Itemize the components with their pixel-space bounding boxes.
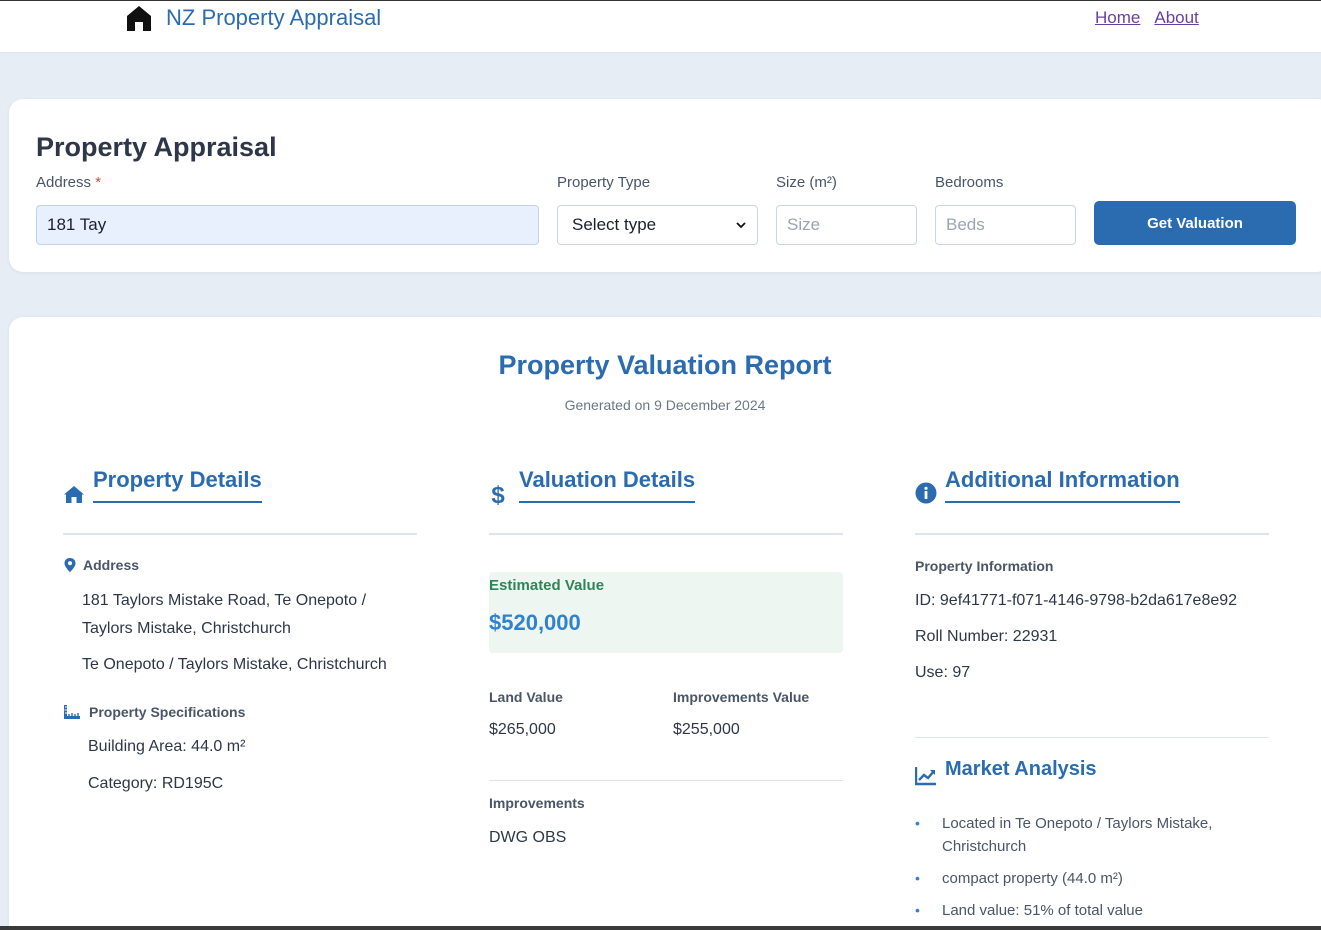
- window-bottom-border: [0, 926, 1321, 930]
- list-item: Located in Te Onepoto / Taylors Mistake,…: [915, 812, 1269, 858]
- suburb-address: Te Onepoto / Taylors Mistake, Christchur…: [82, 656, 387, 673]
- property-information-label: Property Information: [915, 558, 1054, 574]
- market-analysis-list: Located in Te Onepoto / Taylors Mistake,…: [915, 812, 1269, 930]
- size-input[interactable]: [776, 205, 917, 245]
- brand-name: NZ Property Appraisal: [166, 5, 382, 30]
- property-details-header: Property Details: [63, 467, 417, 535]
- list-item: Land value: 51% of total value: [915, 899, 1269, 922]
- dollar-icon: $: [491, 482, 505, 508]
- property-use: Use: 97: [915, 664, 971, 681]
- valuation-details-header: $ Valuation Details: [489, 467, 843, 535]
- nav-link-about[interactable]: About: [1154, 8, 1198, 28]
- additional-info-header: Additional Information: [915, 467, 1269, 535]
- ruler-combined-icon: [64, 705, 80, 719]
- chevron-down-icon: [736, 222, 746, 229]
- specifications-subheading: Property Specifications: [89, 704, 246, 720]
- property-id: ID: 9ef41771-f071-4146-9798-b2da617e8e92: [915, 592, 1238, 609]
- top-navbar: NZ Property Appraisal Home About: [0, 1, 1321, 53]
- info-circle-icon: [915, 482, 937, 504]
- nav-links: Home About: [1095, 8, 1199, 28]
- info-divider: [915, 737, 1269, 738]
- estimated-value-label: Estimated Value: [489, 577, 605, 594]
- brand[interactable]: NZ Property Appraisal: [125, 4, 381, 32]
- chart-line-icon: [915, 767, 936, 786]
- valuation-divider: [489, 780, 843, 781]
- specifications-heading: Property Specifications: [63, 704, 245, 720]
- report-title: Property Valuation Report: [498, 350, 832, 380]
- address-subheading: Address: [83, 557, 140, 573]
- market-analysis-title: Market Analysis: [945, 758, 1097, 780]
- improvements-value-label: Improvements Value: [673, 689, 810, 705]
- bedrooms-label: Bedrooms: [935, 174, 1004, 191]
- address-input[interactable]: [36, 205, 539, 245]
- size-label: Size (m²): [776, 174, 837, 191]
- valuation-details-title: Valuation Details: [519, 467, 696, 503]
- bedrooms-input[interactable]: [935, 205, 1076, 245]
- estimated-value: $520,000: [489, 610, 581, 635]
- land-value-label: Land Value: [489, 689, 563, 705]
- land-value: $265,000: [489, 721, 556, 738]
- valuation-details-section: $ Valuation Details Estimated Value $520…: [489, 467, 843, 846]
- property-type-value: Select type: [572, 215, 657, 234]
- property-type-label: Property Type: [557, 174, 651, 191]
- building-area: Building Area: 44.0 m²: [88, 738, 246, 755]
- house-icon: [127, 6, 151, 31]
- address-label-text: Address: [36, 174, 92, 191]
- list-item: compact property (44.0 m²): [915, 867, 1269, 890]
- map-pin-icon: [64, 558, 76, 572]
- svg-text:$: $: [491, 482, 505, 508]
- improvements-description: DWG OBS: [489, 829, 567, 846]
- get-valuation-button[interactable]: Get Valuation: [1094, 201, 1296, 245]
- estimated-value-box: Estimated Value $520,000: [489, 572, 843, 653]
- full-address: 181 Taylors Mistake Road, Te Onepoto / T…: [82, 592, 367, 637]
- valuation-report-card: Property Valuation Report Generated on 9…: [9, 317, 1321, 930]
- home-icon: [64, 486, 84, 503]
- improvements-label: Improvements: [489, 795, 585, 811]
- improvements-value: $255,000: [673, 721, 740, 738]
- report-generated-date: Generated on 9 December 2024: [564, 397, 766, 413]
- property-type-select[interactable]: Select type: [557, 205, 758, 245]
- required-mark: *: [95, 174, 102, 191]
- roll-number: Roll Number: 22931: [915, 628, 1058, 645]
- additional-info-section: Additional Information Property Informat…: [915, 467, 1269, 922]
- property-details-title: Property Details: [93, 467, 262, 503]
- additional-info-title: Additional Information: [945, 467, 1180, 503]
- address-label: Address *: [36, 174, 101, 191]
- category: Category: RD195C: [88, 775, 224, 792]
- address-heading: Address: [63, 557, 139, 573]
- form-title: Property Appraisal: [36, 132, 277, 162]
- nav-link-home[interactable]: Home: [1095, 8, 1140, 28]
- property-details-section: Property Details Address 181 Taylors Mis…: [63, 467, 417, 792]
- appraisal-form-card: Property Appraisal Address * Property Ty…: [9, 99, 1321, 272]
